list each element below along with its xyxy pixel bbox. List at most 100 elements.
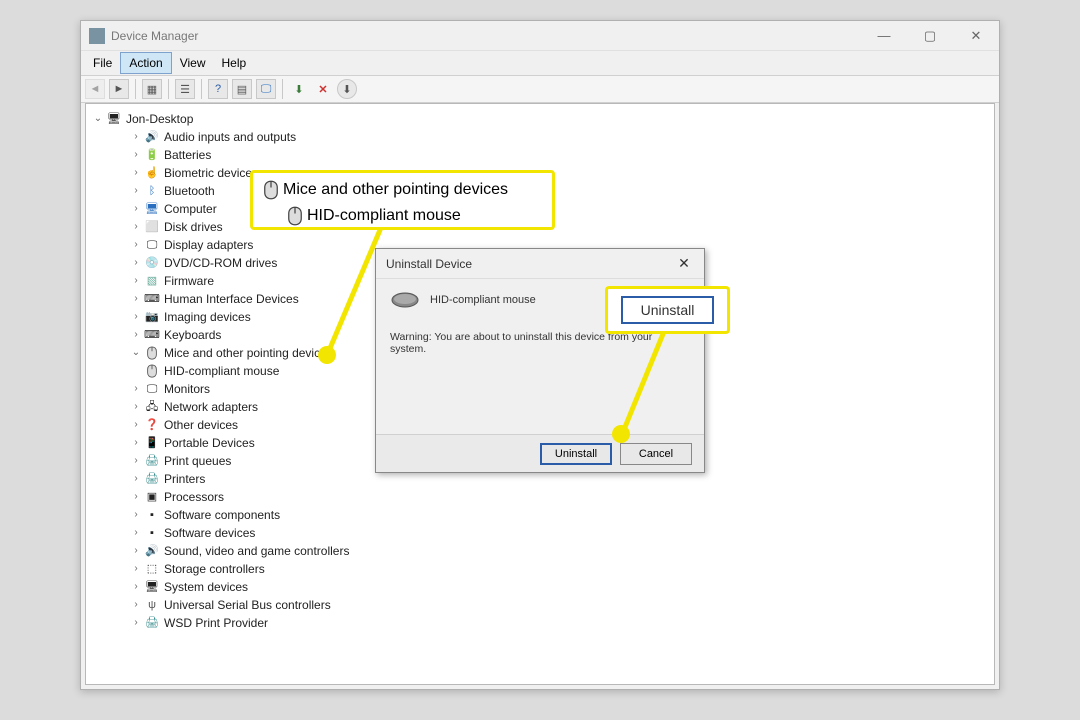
imaging-icon: 📷 bbox=[144, 310, 160, 324]
expand-icon[interactable]: › bbox=[130, 452, 142, 470]
annotation-dot bbox=[318, 346, 336, 364]
expand-icon[interactable]: › bbox=[130, 236, 142, 254]
annotation-callout-uninstall: Uninstall bbox=[605, 286, 730, 334]
dialog-titlebar: Uninstall Device ✕ bbox=[376, 249, 704, 279]
separator bbox=[168, 79, 169, 99]
dialog-button-row: Uninstall Cancel bbox=[376, 434, 704, 472]
expand-icon[interactable]: › bbox=[130, 272, 142, 290]
minimize-button[interactable]: — bbox=[861, 21, 907, 51]
expand-icon[interactable]: › bbox=[130, 290, 142, 308]
collapse-icon[interactable]: ⌄ bbox=[92, 110, 104, 128]
devices-by-type-button[interactable]: ▤ bbox=[232, 79, 252, 99]
expand-icon[interactable]: › bbox=[130, 398, 142, 416]
portable-icon: 📱 bbox=[144, 436, 160, 450]
network-icon: 🖧 bbox=[144, 400, 160, 414]
battery-icon: 🔋 bbox=[144, 148, 160, 162]
titlebar: Device Manager — ▢ ✕ bbox=[81, 21, 999, 51]
tree-item-storage[interactable]: ›⬚Storage controllers bbox=[130, 560, 994, 578]
tree-item-processors[interactable]: ›▣Processors bbox=[130, 488, 994, 506]
tree-item-wsd[interactable]: ›🖨WSD Print Provider bbox=[130, 614, 994, 632]
dvd-icon: 💿 bbox=[144, 256, 160, 270]
expand-icon[interactable]: › bbox=[130, 470, 142, 488]
tree-item-audio[interactable]: ›🔊Audio inputs and outputs bbox=[130, 128, 994, 146]
cancel-button[interactable]: Cancel bbox=[620, 443, 692, 465]
tree-item-batteries[interactable]: ›🔋Batteries bbox=[130, 146, 994, 164]
menu-file[interactable]: File bbox=[85, 53, 120, 73]
uninstall-device-dialog: Uninstall Device ✕ HID-compliant mouse W… bbox=[375, 248, 705, 473]
menu-view[interactable]: View bbox=[172, 53, 214, 73]
expand-icon[interactable]: › bbox=[130, 254, 142, 272]
menu-action[interactable]: Action bbox=[120, 52, 171, 74]
expand-icon[interactable]: › bbox=[130, 560, 142, 578]
back-button: ◄ bbox=[85, 79, 105, 99]
expand-icon[interactable]: › bbox=[130, 164, 142, 182]
expand-icon[interactable]: › bbox=[130, 380, 142, 398]
printer-icon: 🖨 bbox=[144, 472, 160, 486]
tree-item-swdevices[interactable]: ›▪Software devices bbox=[130, 524, 994, 542]
expand-icon[interactable]: › bbox=[130, 506, 142, 524]
software-icon: ▪ bbox=[144, 508, 160, 522]
expand-icon[interactable]: › bbox=[130, 614, 142, 632]
mouse-icon bbox=[144, 364, 160, 378]
window-title: Device Manager bbox=[111, 29, 198, 43]
tree-item-usb[interactable]: ›ψUniversal Serial Bus controllers bbox=[130, 596, 994, 614]
expand-icon[interactable]: › bbox=[130, 200, 142, 218]
display-adapter-icon: 🖵 bbox=[144, 238, 160, 252]
disk-icon: ⬜ bbox=[144, 220, 160, 234]
collapse-icon[interactable]: ⌄ bbox=[130, 344, 142, 362]
update-driver-button[interactable]: ⬇ bbox=[337, 79, 357, 99]
forward-button[interactable]: ► bbox=[109, 79, 129, 99]
expand-icon[interactable]: › bbox=[130, 434, 142, 452]
printer-icon: 🖨 bbox=[144, 454, 160, 468]
sound-icon: 🔊 bbox=[144, 544, 160, 558]
keyboard-icon: ⌨ bbox=[144, 328, 160, 342]
toolbar: ◄ ► ▦ ☰ ? ▤ 🖵 ⬇ ✕ ⬇ bbox=[81, 75, 999, 103]
other-icon: ❓ bbox=[144, 418, 160, 432]
tree-item-sound[interactable]: ›🔊Sound, video and game controllers bbox=[130, 542, 994, 560]
separator bbox=[135, 79, 136, 99]
expand-icon[interactable]: › bbox=[130, 146, 142, 164]
usb-icon: ψ bbox=[144, 598, 160, 612]
close-button[interactable]: ✕ bbox=[953, 21, 999, 51]
expand-icon[interactable]: › bbox=[130, 308, 142, 326]
expand-icon[interactable]: › bbox=[130, 542, 142, 560]
mouse-icon bbox=[390, 291, 420, 309]
dialog-warning-text: Warning: You are about to uninstall this… bbox=[390, 331, 690, 355]
expand-icon[interactable]: › bbox=[130, 416, 142, 434]
tree-root[interactable]: ⌄ 🖥 Jon-Desktop bbox=[92, 110, 994, 128]
scan-hardware-button[interactable]: 🖵 bbox=[256, 79, 276, 99]
expand-icon[interactable]: › bbox=[130, 128, 142, 146]
dialog-title: Uninstall Device bbox=[386, 257, 472, 271]
separator bbox=[282, 79, 283, 99]
dialog-device-name: HID-compliant mouse bbox=[430, 294, 536, 306]
annotation-callout-mice: Mice and other pointing devices HID-comp… bbox=[250, 170, 555, 230]
expand-icon[interactable]: › bbox=[130, 578, 142, 596]
expand-icon[interactable]: › bbox=[130, 596, 142, 614]
help-button[interactable]: ? bbox=[208, 79, 228, 99]
computer-root-icon: 🖥 bbox=[106, 112, 122, 126]
menu-help[interactable]: Help bbox=[214, 53, 255, 73]
maximize-button[interactable]: ▢ bbox=[907, 21, 953, 51]
tree-item-system[interactable]: ›🖥System devices bbox=[130, 578, 994, 596]
properties-button[interactable]: ☰ bbox=[175, 79, 195, 99]
callout-line1: Mice and other pointing devices bbox=[283, 181, 508, 199]
expand-icon[interactable]: › bbox=[130, 218, 142, 236]
uninstall-button[interactable]: Uninstall bbox=[540, 443, 612, 465]
bluetooth-icon: ᛒ bbox=[144, 184, 160, 198]
expand-icon[interactable]: › bbox=[130, 182, 142, 200]
dialog-close-button[interactable]: ✕ bbox=[664, 255, 704, 272]
enable-device-button[interactable]: ⬇ bbox=[289, 79, 309, 99]
storage-icon: ⬚ bbox=[144, 562, 160, 576]
mouse-icon bbox=[144, 346, 160, 360]
uninstall-device-button[interactable]: ✕ bbox=[313, 79, 333, 99]
expand-icon[interactable]: › bbox=[130, 524, 142, 542]
expand-icon[interactable]: › bbox=[130, 326, 142, 344]
firmware-icon: ▧ bbox=[144, 274, 160, 288]
tree-item-swcomponents[interactable]: ›▪Software components bbox=[130, 506, 994, 524]
show-hidden-button[interactable]: ▦ bbox=[142, 79, 162, 99]
mouse-icon bbox=[287, 209, 303, 223]
expand-icon[interactable]: › bbox=[130, 488, 142, 506]
monitor-icon: 🖵 bbox=[144, 382, 160, 396]
software-icon: ▪ bbox=[144, 526, 160, 540]
biometric-icon: ☝ bbox=[144, 166, 160, 180]
